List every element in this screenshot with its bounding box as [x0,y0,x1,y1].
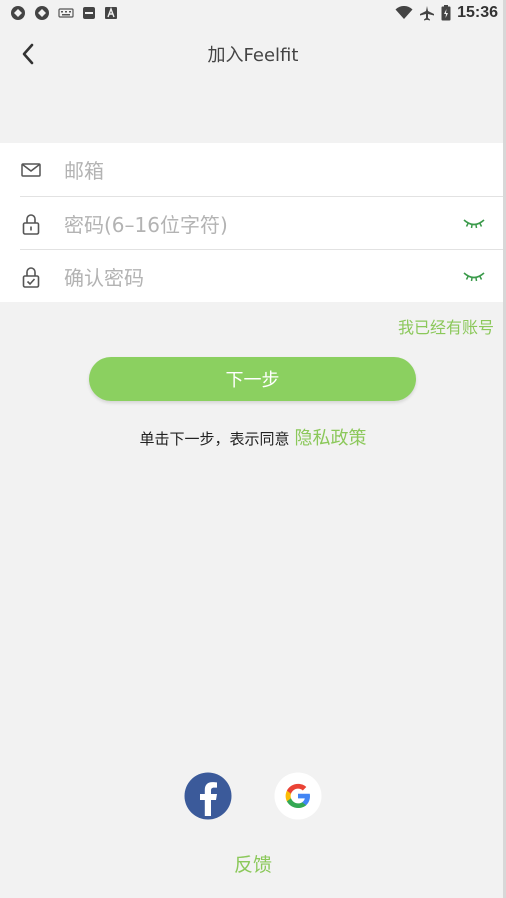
agreement-prefix: 单击下一步，表示同意 [139,430,290,448]
email-placeholder: 邮箱 [64,159,104,183]
status-left-icons [10,5,118,21]
wifi-icon [395,6,413,19]
keyboard-icon [58,8,74,18]
feedback-link[interactable]: 反馈 [0,850,506,877]
eye-closed-icon[interactable] [462,270,486,284]
confirm-password-placeholder: 确认密码 [64,266,144,290]
back-button[interactable] [14,40,42,68]
mail-icon [20,159,42,181]
facebook-login-button[interactable] [184,772,232,820]
email-field[interactable]: 邮箱 [0,143,506,196]
airplane-icon [420,6,435,21]
font-a-icon [105,7,117,19]
status-right-icons: 15:36 [395,4,498,22]
page-title: 加入Feelfit [207,45,299,66]
sync-icon [11,6,25,20]
lock-icon [20,213,42,235]
sd-card-icon [83,7,95,19]
google-login-button[interactable] [274,772,322,820]
next-button[interactable]: 下一步 [89,357,416,401]
lock-check-icon [20,266,42,288]
battery-icon [441,5,451,21]
privacy-policy-link[interactable]: 隐私政策 [295,424,367,450]
password-field[interactable]: 密码(6–16位字符) [0,197,506,250]
have-account-link[interactable]: 我已经有账号 [398,314,494,338]
status-time: 15:36 [457,4,498,21]
facebook-icon [184,772,232,820]
eye-closed-icon[interactable] [462,217,486,231]
registration-form: 邮箱 密码(6–16位字符) 确认密码 [0,143,506,302]
app-header: 加入Feelfit [0,26,506,82]
google-icon [274,772,322,820]
chevron-left-icon [22,43,34,65]
agreement-text: 单击下一步，表示同意 隐私政策 [0,424,506,450]
status-bar: 15:36 [0,0,506,26]
sync-icon [35,6,49,20]
password-placeholder: 密码(6–16位字符) [64,213,228,237]
confirm-password-field[interactable]: 确认密码 [0,250,506,303]
